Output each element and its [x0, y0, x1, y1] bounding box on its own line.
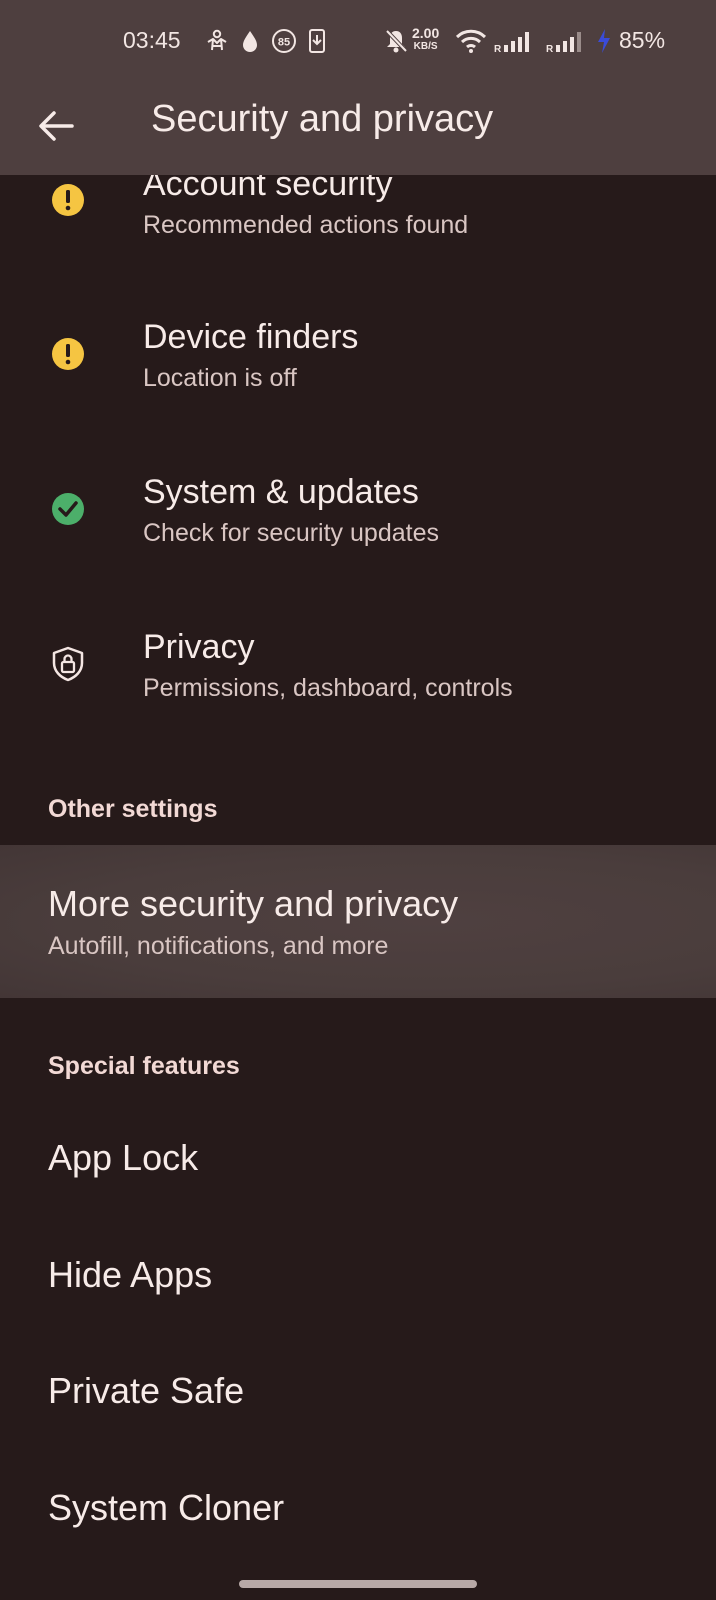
- svg-text:R: R: [494, 44, 502, 54]
- warning-icon: [52, 338, 84, 370]
- item-title: More security and privacy: [48, 883, 459, 924]
- more-security-privacy-item[interactable]: More security and privacy Autofill, noti…: [0, 845, 716, 998]
- hide-apps-item[interactable]: Hide Apps: [0, 1227, 716, 1327]
- private-safe-item[interactable]: Private Safe: [0, 1343, 716, 1443]
- item-subtitle: Check for security updates: [143, 519, 439, 547]
- item-title: Private Safe: [48, 1370, 245, 1411]
- charging-icon: [598, 29, 610, 53]
- item-subtitle: Permissions, dashboard, controls: [143, 674, 513, 702]
- svg-text:R: R: [546, 44, 554, 54]
- network-speed-value: 2.00: [412, 25, 440, 41]
- item-title: Hide Apps: [48, 1254, 213, 1295]
- bell-off-icon: [385, 29, 408, 53]
- item-title: Device finders: [143, 318, 359, 356]
- accessibility-icon: [207, 29, 227, 51]
- network-speed: 2.00 KB/S: [412, 25, 440, 53]
- badge-85-icon: 85: [272, 29, 296, 53]
- shield-lock-icon: [52, 646, 84, 682]
- svg-text:85: 85: [278, 37, 290, 49]
- item-title: Privacy: [143, 628, 255, 666]
- system-cloner-item[interactable]: System Cloner: [0, 1460, 716, 1560]
- system-updates-item[interactable]: System & updates Check for security upda…: [0, 455, 716, 575]
- status-bar: 03:45 85 2.00 KB/S R R 85%: [0, 0, 716, 80]
- device-finders-item[interactable]: Device finders Location is off: [0, 300, 716, 420]
- section-header-other-settings: Other settings: [48, 795, 218, 823]
- back-button[interactable]: [30, 100, 82, 152]
- check-icon: [52, 493, 84, 525]
- app-lock-item[interactable]: App Lock: [0, 1110, 716, 1210]
- section-header-special-features: Special features: [48, 1052, 240, 1080]
- arrow-back-icon: [39, 111, 74, 141]
- app-bar: Security and privacy: [0, 80, 716, 175]
- item-title: System Cloner: [48, 1487, 285, 1528]
- item-title: System & updates: [143, 473, 419, 511]
- battery-percent: 85%: [619, 27, 666, 53]
- navigation-handle[interactable]: [239, 1580, 477, 1588]
- wifi-icon: [455, 29, 487, 53]
- page-title: Security and privacy: [151, 98, 494, 140]
- signal-r-icon: R: [546, 32, 581, 54]
- item-subtitle: Recommended actions found: [143, 211, 469, 239]
- download-icon: [309, 29, 325, 53]
- item-subtitle: Autofill, notifications, and more: [48, 932, 389, 960]
- item-title: App Lock: [48, 1137, 199, 1178]
- warning-icon: [52, 184, 84, 216]
- item-subtitle: Location is off: [143, 364, 297, 392]
- status-time: 03:45: [123, 27, 181, 53]
- privacy-item[interactable]: Privacy Permissions, dashboard, controls: [0, 610, 716, 730]
- signal-r-icon: R: [494, 32, 529, 54]
- network-speed-unit: KB/S: [413, 41, 438, 52]
- water-drop-icon: [243, 31, 257, 52]
